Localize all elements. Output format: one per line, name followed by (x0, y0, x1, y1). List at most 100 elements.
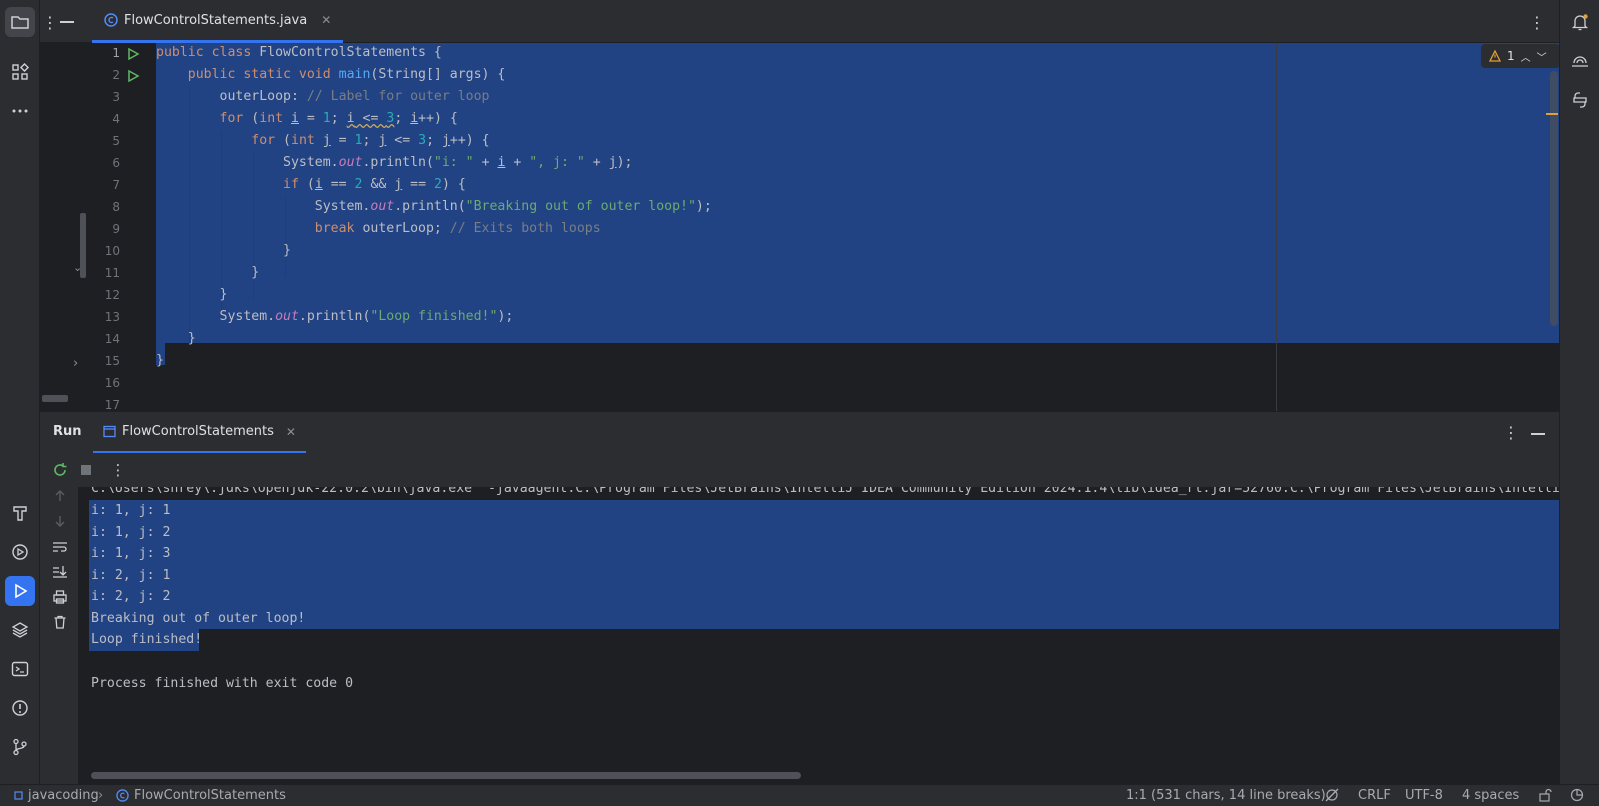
warning-stripe-marker[interactable] (1546, 113, 1558, 115)
terminal-icon (11, 661, 29, 677)
ellipsis-icon (12, 109, 28, 113)
code-line: } (156, 287, 228, 302)
java-class-icon (104, 13, 118, 27)
line-number: 1 (112, 46, 120, 60)
git-tool-button[interactable] (5, 732, 35, 762)
chevron-down-icon[interactable]: ﹀ (1537, 49, 1547, 64)
bell-icon (1571, 14, 1589, 31)
run-panel-title: Run (53, 424, 82, 439)
code-line: } (156, 265, 260, 280)
more-tools-button[interactable] (5, 96, 35, 126)
caret-position[interactable]: 1:1 (531 chars, 14 line breaks) (1126, 788, 1326, 803)
services-icon (12, 544, 28, 560)
print-button[interactable] (51, 588, 69, 606)
line-number: 13 (104, 310, 120, 324)
hammer-icon (13, 506, 27, 521)
more-options-icon[interactable]: ⋮ (1529, 13, 1545, 32)
code-line: for (int i = 1; i <= 3; i++) { (219, 111, 458, 126)
stop-icon (81, 465, 91, 475)
hide-panel-icon[interactable] (1531, 433, 1545, 435)
scroll-up-button[interactable] (51, 487, 69, 505)
inspection-widget[interactable]: 1 ︿ ﹀ (1481, 44, 1559, 68)
editor-tab-label: FlowControlStatements.java (124, 12, 308, 28)
project-tool-button[interactable] (5, 7, 35, 37)
memory-indicator-icon[interactable] (1570, 788, 1584, 806)
ai-assistant-icon (1572, 56, 1588, 67)
code-line: break outerLoop; // Exits both loops (314, 221, 601, 236)
notifications-button[interactable] (1565, 7, 1595, 37)
console-horizontal-scrollbar[interactable] (91, 772, 801, 779)
printer-icon (53, 590, 67, 604)
scroll-to-end-button[interactable] (51, 563, 69, 581)
line-number: 2 (112, 68, 120, 82)
code-area[interactable]: public class FlowControlStatements { pub… (156, 43, 1559, 411)
scroll-to-end-icon (53, 566, 67, 578)
line-number: 4 (112, 112, 120, 126)
line-number: 16 (104, 376, 120, 390)
warning-count: 1 (1507, 49, 1515, 63)
run-gutter-icon[interactable] (126, 69, 140, 83)
build-tool-button[interactable] (5, 498, 35, 528)
line-number: 6 (112, 156, 120, 170)
line-number: 17 (104, 398, 120, 411)
terminal-tool-button[interactable] (5, 654, 35, 684)
tab-flowcontrolstatements-java[interactable]: FlowControlStatements.java ✕ (92, 0, 344, 43)
expand-icon[interactable]: › (73, 356, 78, 371)
fold-icon[interactable]: ⌄ (73, 261, 82, 274)
problems-tool-button[interactable] (5, 693, 35, 723)
close-tab-icon[interactable]: ✕ (321, 13, 331, 27)
line-number-gutter: 1 2 3 4 5 6 7 8 9 10 11 12 13 14 15 16 1… (90, 43, 156, 411)
code-line: if (i == 2 && j == 2) { (283, 177, 466, 192)
line-separator[interactable]: CRLF (1358, 788, 1391, 803)
run-panel-options-icon[interactable]: ⋮ (1503, 423, 1519, 442)
code-line: public static void main(String[] args) { (187, 67, 506, 82)
scroll-down-button[interactable] (51, 512, 69, 530)
arrow-down-icon (55, 516, 65, 527)
code-line: for (int j = 1; j <= 3; j++) { (251, 133, 490, 148)
soft-wrap-button[interactable] (51, 538, 69, 556)
layers-tool-button[interactable] (5, 615, 35, 645)
close-run-tab-icon[interactable]: ✕ (286, 425, 296, 439)
console-line: i: 2, j: 2 (91, 589, 171, 604)
run-icon (15, 583, 28, 599)
line-number: 5 (112, 134, 120, 148)
run-config-tab[interactable]: FlowControlStatements ✕ (93, 412, 306, 454)
code-line: } (156, 243, 291, 258)
services-tool-button[interactable] (5, 537, 35, 567)
console-line: i: 1, j: 2 (91, 525, 171, 540)
code-line: } (156, 331, 196, 346)
warning-icon (1489, 50, 1501, 62)
horizontal-scroll-thumb[interactable] (42, 395, 68, 402)
rerun-button[interactable] (51, 461, 69, 479)
python-console-button[interactable] (1565, 85, 1595, 115)
file-encoding[interactable]: UTF-8 (1405, 788, 1443, 803)
breadcrumb-file[interactable]: FlowControlStatements (116, 788, 286, 803)
breadcrumb-project[interactable]: javacoding (14, 788, 99, 803)
code-line: } (156, 353, 164, 368)
minimize-icon[interactable] (60, 21, 74, 23)
stop-button[interactable] (77, 461, 95, 479)
run-tool-button[interactable] (5, 576, 35, 606)
console-exit-line: Process finished with exit code 0 (91, 676, 354, 691)
layers-icon (11, 622, 29, 638)
run-gutter-icon[interactable] (126, 47, 140, 61)
file-name: FlowControlStatements (134, 788, 286, 803)
application-icon (103, 425, 116, 438)
console-line: i: 1, j: 3 (91, 546, 171, 561)
ai-completion-disabled-icon[interactable] (1325, 788, 1339, 806)
console-output[interactable]: C:\Users\shrey\.jdks\openjdk-22.0.2\bin\… (79, 487, 1559, 784)
chevron-up-icon[interactable]: ︿ (1521, 49, 1531, 64)
tab-options-icon[interactable]: ⋮ (42, 13, 58, 32)
clear-console-button[interactable] (51, 613, 69, 631)
structure-tool-button[interactable] (5, 57, 35, 87)
console-side-toolbar (40, 487, 79, 784)
code-editor[interactable]: ⌄ › 1 2 3 4 5 6 7 8 9 10 11 12 13 14 15 … (40, 43, 1559, 411)
editor-scrollbar[interactable] (1550, 71, 1558, 326)
lock-icon[interactable] (1538, 788, 1552, 806)
trash-icon (54, 615, 66, 629)
line-number: 3 (112, 90, 120, 104)
ai-assistant-button[interactable] (1565, 46, 1595, 76)
run-more-options-icon[interactable]: ⋮ (109, 461, 127, 479)
indent-setting[interactable]: 4 spaces (1462, 788, 1519, 803)
java-class-icon (116, 789, 129, 802)
